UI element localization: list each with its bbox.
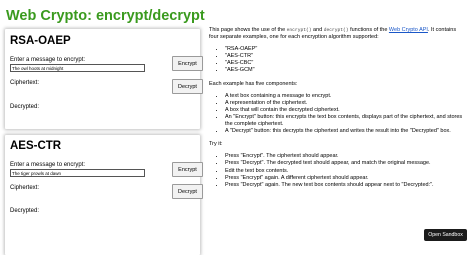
decrypt-button[interactable]: Decrypt (172, 79, 203, 94)
list-item: A representation of the ciphertext. (225, 100, 465, 107)
web-crypto-api-link[interactable]: Web Crypto API (389, 27, 428, 33)
list-item: "AES-GCM" (225, 67, 465, 74)
list-item: A box that will contain the decrypted ci… (225, 107, 465, 114)
list-item: Press "Encrypt". The ciphertext should a… (225, 153, 465, 160)
card-rsa-oaep: RSA-OAEP Enter a message to encrypt: Cip… (5, 29, 203, 129)
decrypt-button[interactable]: Decrypt (172, 184, 203, 199)
decrypted-label: Decrypted: (10, 208, 40, 214)
message-input[interactable] (10, 64, 145, 72)
message-label: Enter a message to encrypt: (10, 57, 86, 63)
components-list: A text box containing a message to encry… (209, 93, 465, 136)
ciphertext-label: Ciphertext: (10, 185, 40, 191)
ciphertext-label: Ciphertext: (10, 80, 40, 86)
code-decrypt: decrypt() (323, 28, 349, 33)
intro-paragraph: This page shows the use of the encrypt()… (209, 27, 457, 41)
card-title: AES-CTR (10, 140, 62, 152)
card-aes-ctr: AES-CTR Enter a message to encrypt: Ciph… (5, 135, 203, 255)
components-intro: Each example has five components: (209, 80, 298, 87)
message-label: Enter a message to encrypt: (10, 162, 86, 168)
list-item: Press "Encrypt" again. A different ciphe… (225, 175, 465, 182)
steps-list: Press "Encrypt". The ciphertext should a… (209, 153, 465, 188)
list-item: "AES-CTR" (225, 53, 465, 60)
encrypt-button[interactable]: Encrypt (172, 162, 203, 177)
card-title: RSA-OAEP (10, 35, 71, 47)
description-panel: This page shows the use of the encrypt()… (209, 27, 465, 189)
code-encrypt: encrypt() (286, 28, 312, 33)
list-item: Press "Decrypt". The decrypted text shou… (225, 160, 465, 167)
list-item: Edit the text box contents. (225, 168, 465, 175)
list-item: A "Decrypt" button: this decrypts the ci… (225, 128, 465, 135)
open-sandbox-button[interactable]: Open Sandbox (424, 229, 467, 241)
decrypted-label: Decrypted: (10, 104, 40, 110)
list-item: "AES-CBC" (225, 60, 465, 67)
list-item: Press "Decrypt" again. The new text box … (225, 182, 465, 189)
list-item: An "Encrypt" button: this encrypts the t… (225, 114, 465, 128)
page-title: Web Crypto: encrypt/decrypt (6, 8, 205, 24)
try-label: Try it: (209, 141, 223, 148)
message-input[interactable] (10, 169, 145, 177)
list-item: "RSA-OAEP" (225, 46, 465, 53)
list-item: A text box containing a message to encry… (225, 93, 465, 100)
algorithm-list: "RSA-OAEP" "AES-CTR" "AES-CBC" "AES-GCM" (209, 46, 465, 74)
encrypt-button[interactable]: Encrypt (172, 56, 203, 71)
